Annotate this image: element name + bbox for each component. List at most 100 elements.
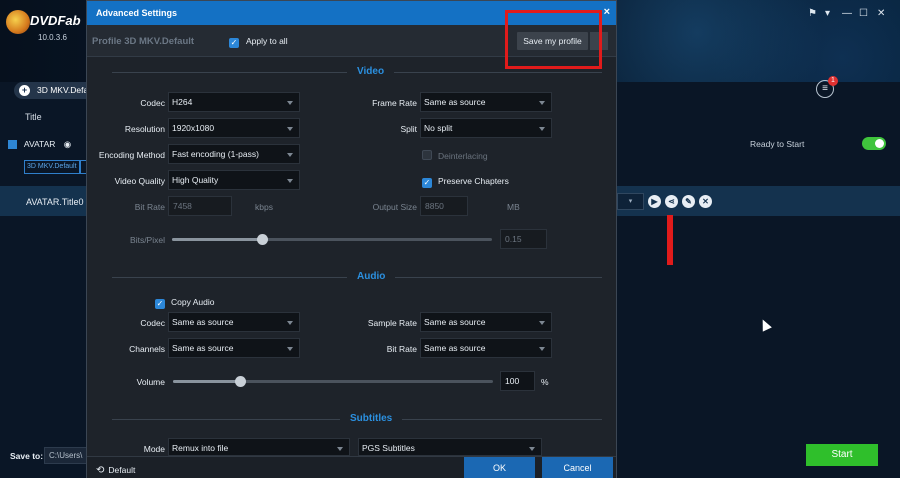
- title0-label: AVATAR.Title0: [26, 197, 84, 207]
- title-column-header: Title: [25, 112, 42, 122]
- volume-slider-thumb[interactable]: [235, 376, 247, 387]
- sample-rate-label: Sample Rate: [367, 318, 417, 328]
- preserve-chapters-checkbox[interactable]: ✓ Preserve Chapters: [422, 176, 509, 188]
- start-button[interactable]: Start: [806, 444, 878, 466]
- title-row-controls: ▶ ⋖ ✎ ✕: [648, 195, 716, 208]
- subtitle-format-select[interactable]: PGS Subtitles: [358, 438, 542, 456]
- dvdfab-logo-icon: [6, 10, 30, 34]
- advanced-settings-dialog: Advanced Settings × Profile 3D MKV.Defau…: [86, 0, 617, 478]
- close-app-button[interactable]: ✕: [877, 8, 885, 19]
- copy-audio-label: Copy Audio: [171, 297, 215, 307]
- minimize-button[interactable]: —: [842, 8, 852, 19]
- volume-label: Volume: [136, 377, 165, 387]
- menu-icon[interactable]: ▾: [825, 8, 830, 19]
- encoding-method-label: Encoding Method: [98, 150, 165, 160]
- annotation-red-box: [505, 10, 602, 69]
- header-artwork: [610, 0, 900, 82]
- maximize-button[interactable]: ☐: [859, 8, 868, 19]
- bits-pixel-slider[interactable]: [172, 234, 492, 245]
- default-label: Default: [108, 465, 136, 475]
- checkmark-icon: ✓: [229, 38, 239, 48]
- subtitle-mode-select[interactable]: Remux into file: [168, 438, 350, 456]
- video-section-divider: Video: [112, 66, 602, 77]
- ok-button[interactable]: OK: [464, 457, 535, 478]
- video-section-title: Video: [347, 66, 395, 77]
- save-to-label: Save to:: [10, 451, 44, 461]
- output-size-unit: MB: [507, 202, 520, 212]
- subtitles-section-title: Subtitles: [340, 413, 403, 424]
- checkmark-icon: ✓: [422, 178, 432, 188]
- ready-status: Ready to Start: [750, 139, 805, 149]
- share-icon[interactable]: ⋖: [665, 195, 678, 208]
- channels-select[interactable]: Same as source: [168, 338, 300, 358]
- source-row[interactable]: AVATAR ◉: [8, 139, 71, 150]
- annotation-red-mark: [667, 215, 673, 265]
- profile-chip[interactable]: 3D MKV.Default: [24, 160, 80, 174]
- audio-section-title: Audio: [347, 271, 396, 282]
- video-codec-select[interactable]: H264: [168, 92, 300, 112]
- channels-label: Channels: [129, 344, 165, 354]
- bluray-icon: ◉: [63, 139, 72, 149]
- play-icon[interactable]: ▶: [648, 195, 661, 208]
- frame-rate-select[interactable]: Same as source: [420, 92, 552, 112]
- reset-icon: ⟲: [96, 465, 105, 476]
- save-path-input[interactable]: C:\Users\: [44, 447, 88, 464]
- source-title: AVATAR: [23, 139, 56, 149]
- audio-bitrate-select[interactable]: Same as source: [420, 338, 552, 358]
- video-bitrate-input[interactable]: 7458: [168, 196, 232, 216]
- split-label: Split: [400, 124, 417, 134]
- dialog-footer: ⟲ Default: [87, 456, 616, 478]
- video-quality-label: Video Quality: [114, 176, 165, 186]
- video-codec-label: Codec: [140, 98, 165, 108]
- bits-pixel-slider-thumb[interactable]: [256, 234, 268, 245]
- output-size-input[interactable]: 8850: [420, 196, 468, 216]
- volume-unit: %: [541, 377, 549, 387]
- title-dropdown[interactable]: ▾: [617, 193, 644, 210]
- profile-name: Profile 3D MKV.Default: [92, 36, 195, 47]
- bits-pixel-input[interactable]: 0.15: [500, 229, 547, 249]
- resolution-select[interactable]: 1920x1080: [168, 118, 300, 138]
- volume-slider-fill: [173, 380, 241, 383]
- deinterlacing-label: Deinterlacing: [438, 151, 488, 161]
- app-name: DVDFab: [30, 13, 81, 28]
- remove-icon[interactable]: ✕: [699, 195, 712, 208]
- preserve-chapters-label: Preserve Chapters: [438, 176, 509, 186]
- cancel-button[interactable]: Cancel: [542, 457, 613, 478]
- output-size-label: Output Size: [372, 202, 417, 212]
- flag-icon[interactable]: ⚑: [808, 8, 817, 19]
- queue-count-badge: 1: [828, 76, 838, 86]
- resolution-label: Resolution: [124, 124, 165, 134]
- checkmark-icon: ✓: [155, 299, 165, 309]
- audio-section-divider: Audio: [112, 271, 602, 282]
- encoding-method-select[interactable]: Fast encoding (1-pass): [168, 144, 300, 164]
- dialog-title: Advanced Settings: [96, 8, 178, 18]
- ready-toggle[interactable]: [862, 137, 886, 150]
- audio-codec-label: Codec: [140, 318, 165, 328]
- profile-selector[interactable]: + 3D MKV.Defa: [14, 82, 88, 99]
- default-button[interactable]: ⟲ Default: [96, 465, 135, 476]
- volume-input[interactable]: 100: [500, 371, 535, 391]
- plus-icon: +: [19, 85, 30, 96]
- profile-selector-label: 3D MKV.Defa: [37, 85, 88, 95]
- apply-all-label: Apply to all: [246, 36, 288, 46]
- deinterlacing-checkbox[interactable]: Deinterlacing: [422, 150, 488, 161]
- sample-rate-select[interactable]: Same as source: [420, 312, 552, 332]
- split-select[interactable]: No split: [420, 118, 552, 138]
- copy-audio-checkbox[interactable]: ✓ Copy Audio: [155, 297, 214, 309]
- bits-pixel-label: Bits/Pixel: [130, 235, 165, 245]
- volume-slider[interactable]: [173, 376, 493, 387]
- audio-bitrate-label: Bit Rate: [386, 344, 417, 354]
- audio-codec-select[interactable]: Same as source: [168, 312, 300, 332]
- apply-all-checkbox[interactable]: ✓ Apply to all: [229, 36, 288, 48]
- frame-rate-label: Frame Rate: [372, 98, 417, 108]
- checkbox-off-icon: [422, 150, 432, 160]
- app-version: 10.0.3.6: [38, 33, 67, 42]
- dialog-close-button[interactable]: ×: [604, 6, 610, 18]
- video-quality-select[interactable]: High Quality: [168, 170, 300, 190]
- source-checkbox[interactable]: [8, 140, 17, 150]
- edit-icon[interactable]: ✎: [682, 195, 695, 208]
- bits-pixel-slider-fill: [172, 238, 262, 241]
- subtitle-mode-label: Mode: [143, 444, 165, 454]
- video-bitrate-unit: kbps: [255, 202, 273, 212]
- video-bitrate-label: Bit Rate: [134, 202, 165, 212]
